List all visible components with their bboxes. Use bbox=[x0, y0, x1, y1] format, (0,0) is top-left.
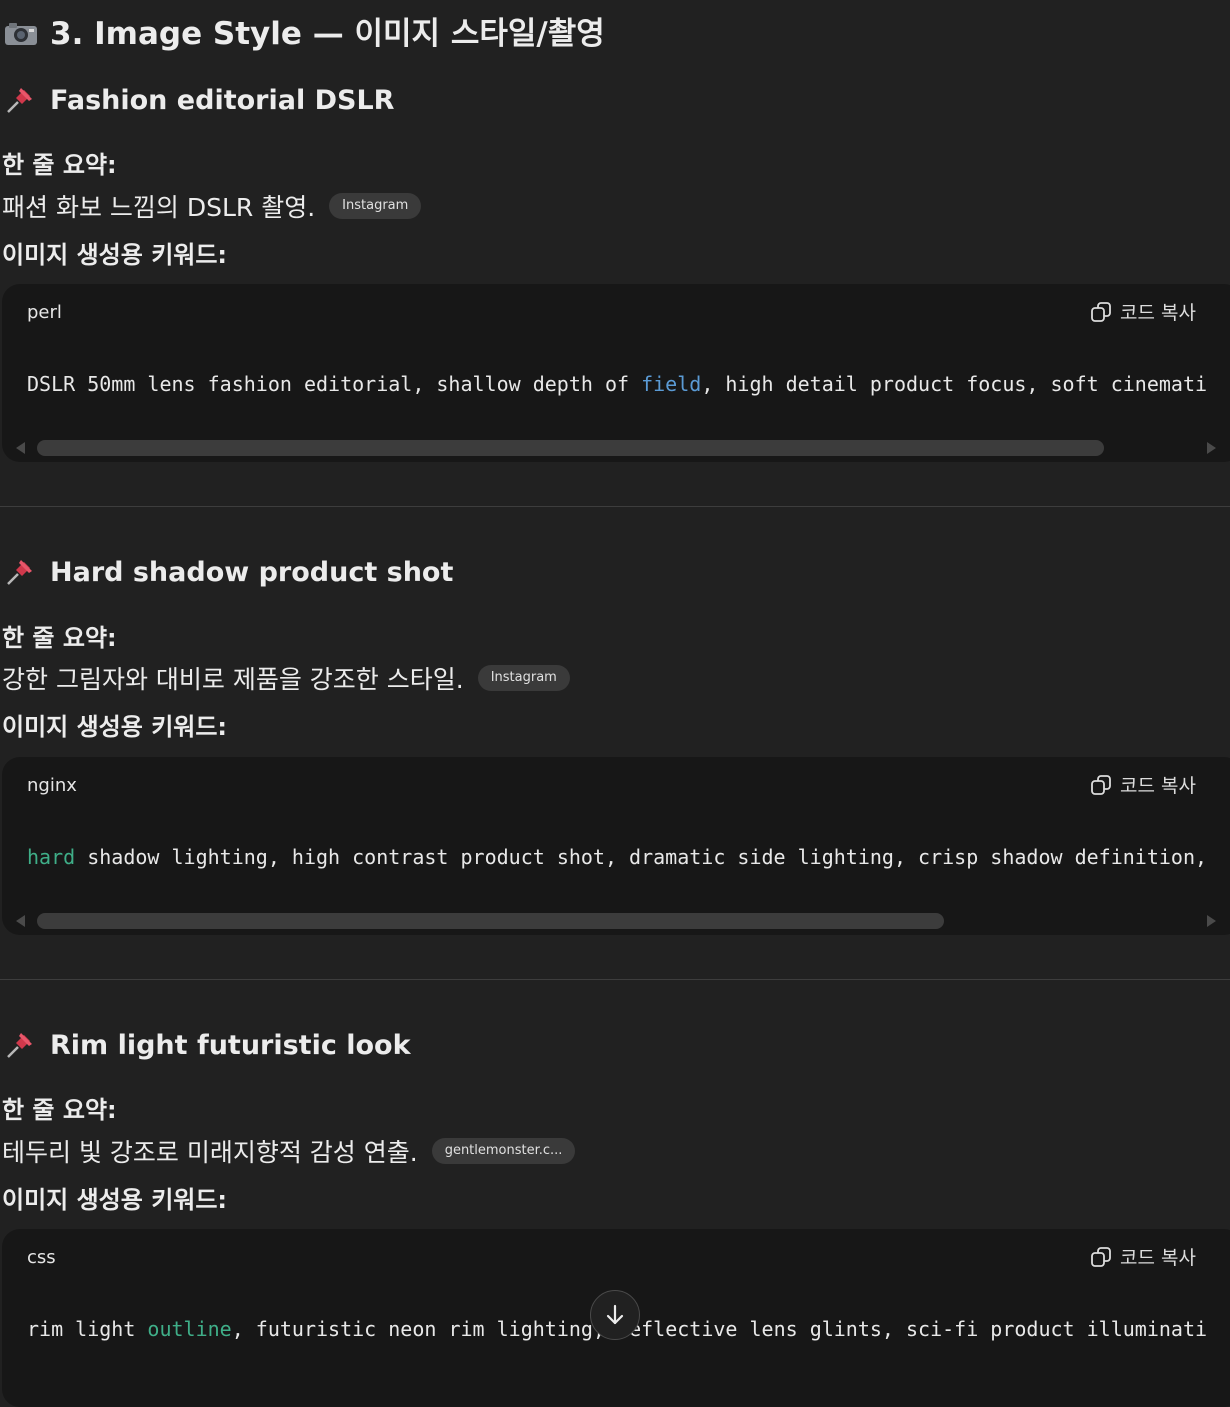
source-chip[interactable]: Instagram bbox=[329, 193, 422, 219]
section-heading: 3. Image Style — 이미지 스타일/촬영 bbox=[4, 8, 605, 53]
pushpin-icon bbox=[4, 84, 36, 116]
code-text: , high detail product focus, soft cinema… bbox=[701, 372, 1208, 396]
copy-code-button[interactable]: 코드 복사 bbox=[1090, 1243, 1196, 1270]
source-chip[interactable]: gentlemonster.c... bbox=[431, 1138, 576, 1164]
section-heading-text: 3. Image Style — 이미지 스타일/촬영 bbox=[50, 16, 605, 52]
keywords-label: 이미지 생성용 키워드: bbox=[2, 713, 228, 741]
code-keyword: field bbox=[641, 372, 702, 396]
keywords-label: 이미지 생성용 키워드: bbox=[2, 1186, 228, 1214]
pushpin-icon bbox=[4, 556, 36, 588]
scroll-to-bottom-button[interactable] bbox=[590, 1290, 640, 1340]
item-title-1: Fashion editorial DSLR bbox=[4, 84, 394, 116]
copy-code-button[interactable]: 코드 복사 bbox=[1090, 771, 1196, 798]
copy-code-label: 코드 복사 bbox=[1120, 775, 1196, 797]
item-title-3: Rim light futuristic look bbox=[4, 1029, 411, 1061]
code-text: shadow lighting, high contrast product s… bbox=[75, 845, 1208, 869]
divider bbox=[0, 979, 1230, 980]
code-language: perl bbox=[27, 302, 62, 323]
divider bbox=[0, 506, 1230, 507]
pushpin-icon bbox=[4, 1029, 36, 1061]
summary-text: 테두리 빛 강조로 미래지향적 감성 연출. bbox=[2, 1138, 418, 1167]
summary-label: 한 줄 요약: bbox=[2, 151, 117, 179]
scrollbar-thumb[interactable] bbox=[37, 913, 944, 929]
code-text: , futuristic neon rim lighting, reflecti… bbox=[231, 1317, 1208, 1341]
item-title-2: Hard shadow product shot bbox=[4, 556, 453, 588]
summary-row: 테두리 빛 강조로 미래지향적 감성 연출. gentlemonster.c..… bbox=[2, 1133, 576, 1169]
code-content: hard shadow lighting, high contrast prod… bbox=[27, 845, 1207, 869]
item-title-text: Hard shadow product shot bbox=[50, 556, 454, 588]
scroll-left-icon[interactable] bbox=[16, 442, 25, 454]
summary-row: 강한 그림자와 대비로 제품을 강조한 스타일. Instagram bbox=[2, 660, 570, 696]
code-keyword: hard bbox=[27, 845, 76, 869]
copy-code-button[interactable]: 코드 복사 bbox=[1090, 298, 1196, 325]
camera-icon bbox=[4, 18, 38, 45]
copy-icon bbox=[1091, 774, 1111, 795]
source-chip[interactable]: Instagram bbox=[477, 665, 570, 691]
copy-icon bbox=[1091, 301, 1111, 322]
code-keyword: outline bbox=[147, 1317, 232, 1341]
horizontal-scrollbar[interactable] bbox=[2, 907, 1230, 935]
code-language: nginx bbox=[27, 775, 77, 796]
summary-row: 패션 화보 느낌의 DSLR 촬영. Instagram bbox=[2, 188, 422, 224]
summary-text: 강한 그림자와 대비로 제품을 강조한 스타일. bbox=[2, 665, 464, 694]
code-block: perl 코드 복사 DSLR 50mm lens fashion editor… bbox=[2, 284, 1230, 462]
item-title-text: Fashion editorial DSLR bbox=[50, 84, 395, 116]
horizontal-scrollbar[interactable] bbox=[2, 434, 1230, 462]
code-text: DSLR 50mm lens fashion editorial, shallo… bbox=[27, 372, 642, 396]
code-text: rim light bbox=[27, 1317, 148, 1341]
copy-code-label: 코드 복사 bbox=[1120, 1247, 1196, 1269]
copy-icon bbox=[1091, 1246, 1111, 1267]
scroll-left-icon[interactable] bbox=[16, 915, 25, 927]
summary-text: 패션 화보 느낌의 DSLR 촬영. bbox=[2, 193, 316, 222]
code-content: DSLR 50mm lens fashion editorial, shallo… bbox=[27, 372, 1207, 396]
code-block: nginx 코드 복사 hard shadow lighting, high c… bbox=[2, 757, 1230, 935]
code-language: css bbox=[27, 1247, 56, 1268]
summary-label: 한 줄 요약: bbox=[2, 1096, 117, 1124]
arrow-down-icon bbox=[606, 1304, 624, 1325]
summary-label: 한 줄 요약: bbox=[2, 624, 117, 652]
scroll-right-icon[interactable] bbox=[1207, 442, 1216, 454]
item-title-text: Rim light futuristic look bbox=[50, 1029, 411, 1061]
keywords-label: 이미지 생성용 키워드: bbox=[2, 241, 228, 269]
copy-code-label: 코드 복사 bbox=[1120, 302, 1196, 324]
scroll-right-icon[interactable] bbox=[1207, 915, 1216, 927]
scrollbar-thumb[interactable] bbox=[37, 440, 1104, 456]
